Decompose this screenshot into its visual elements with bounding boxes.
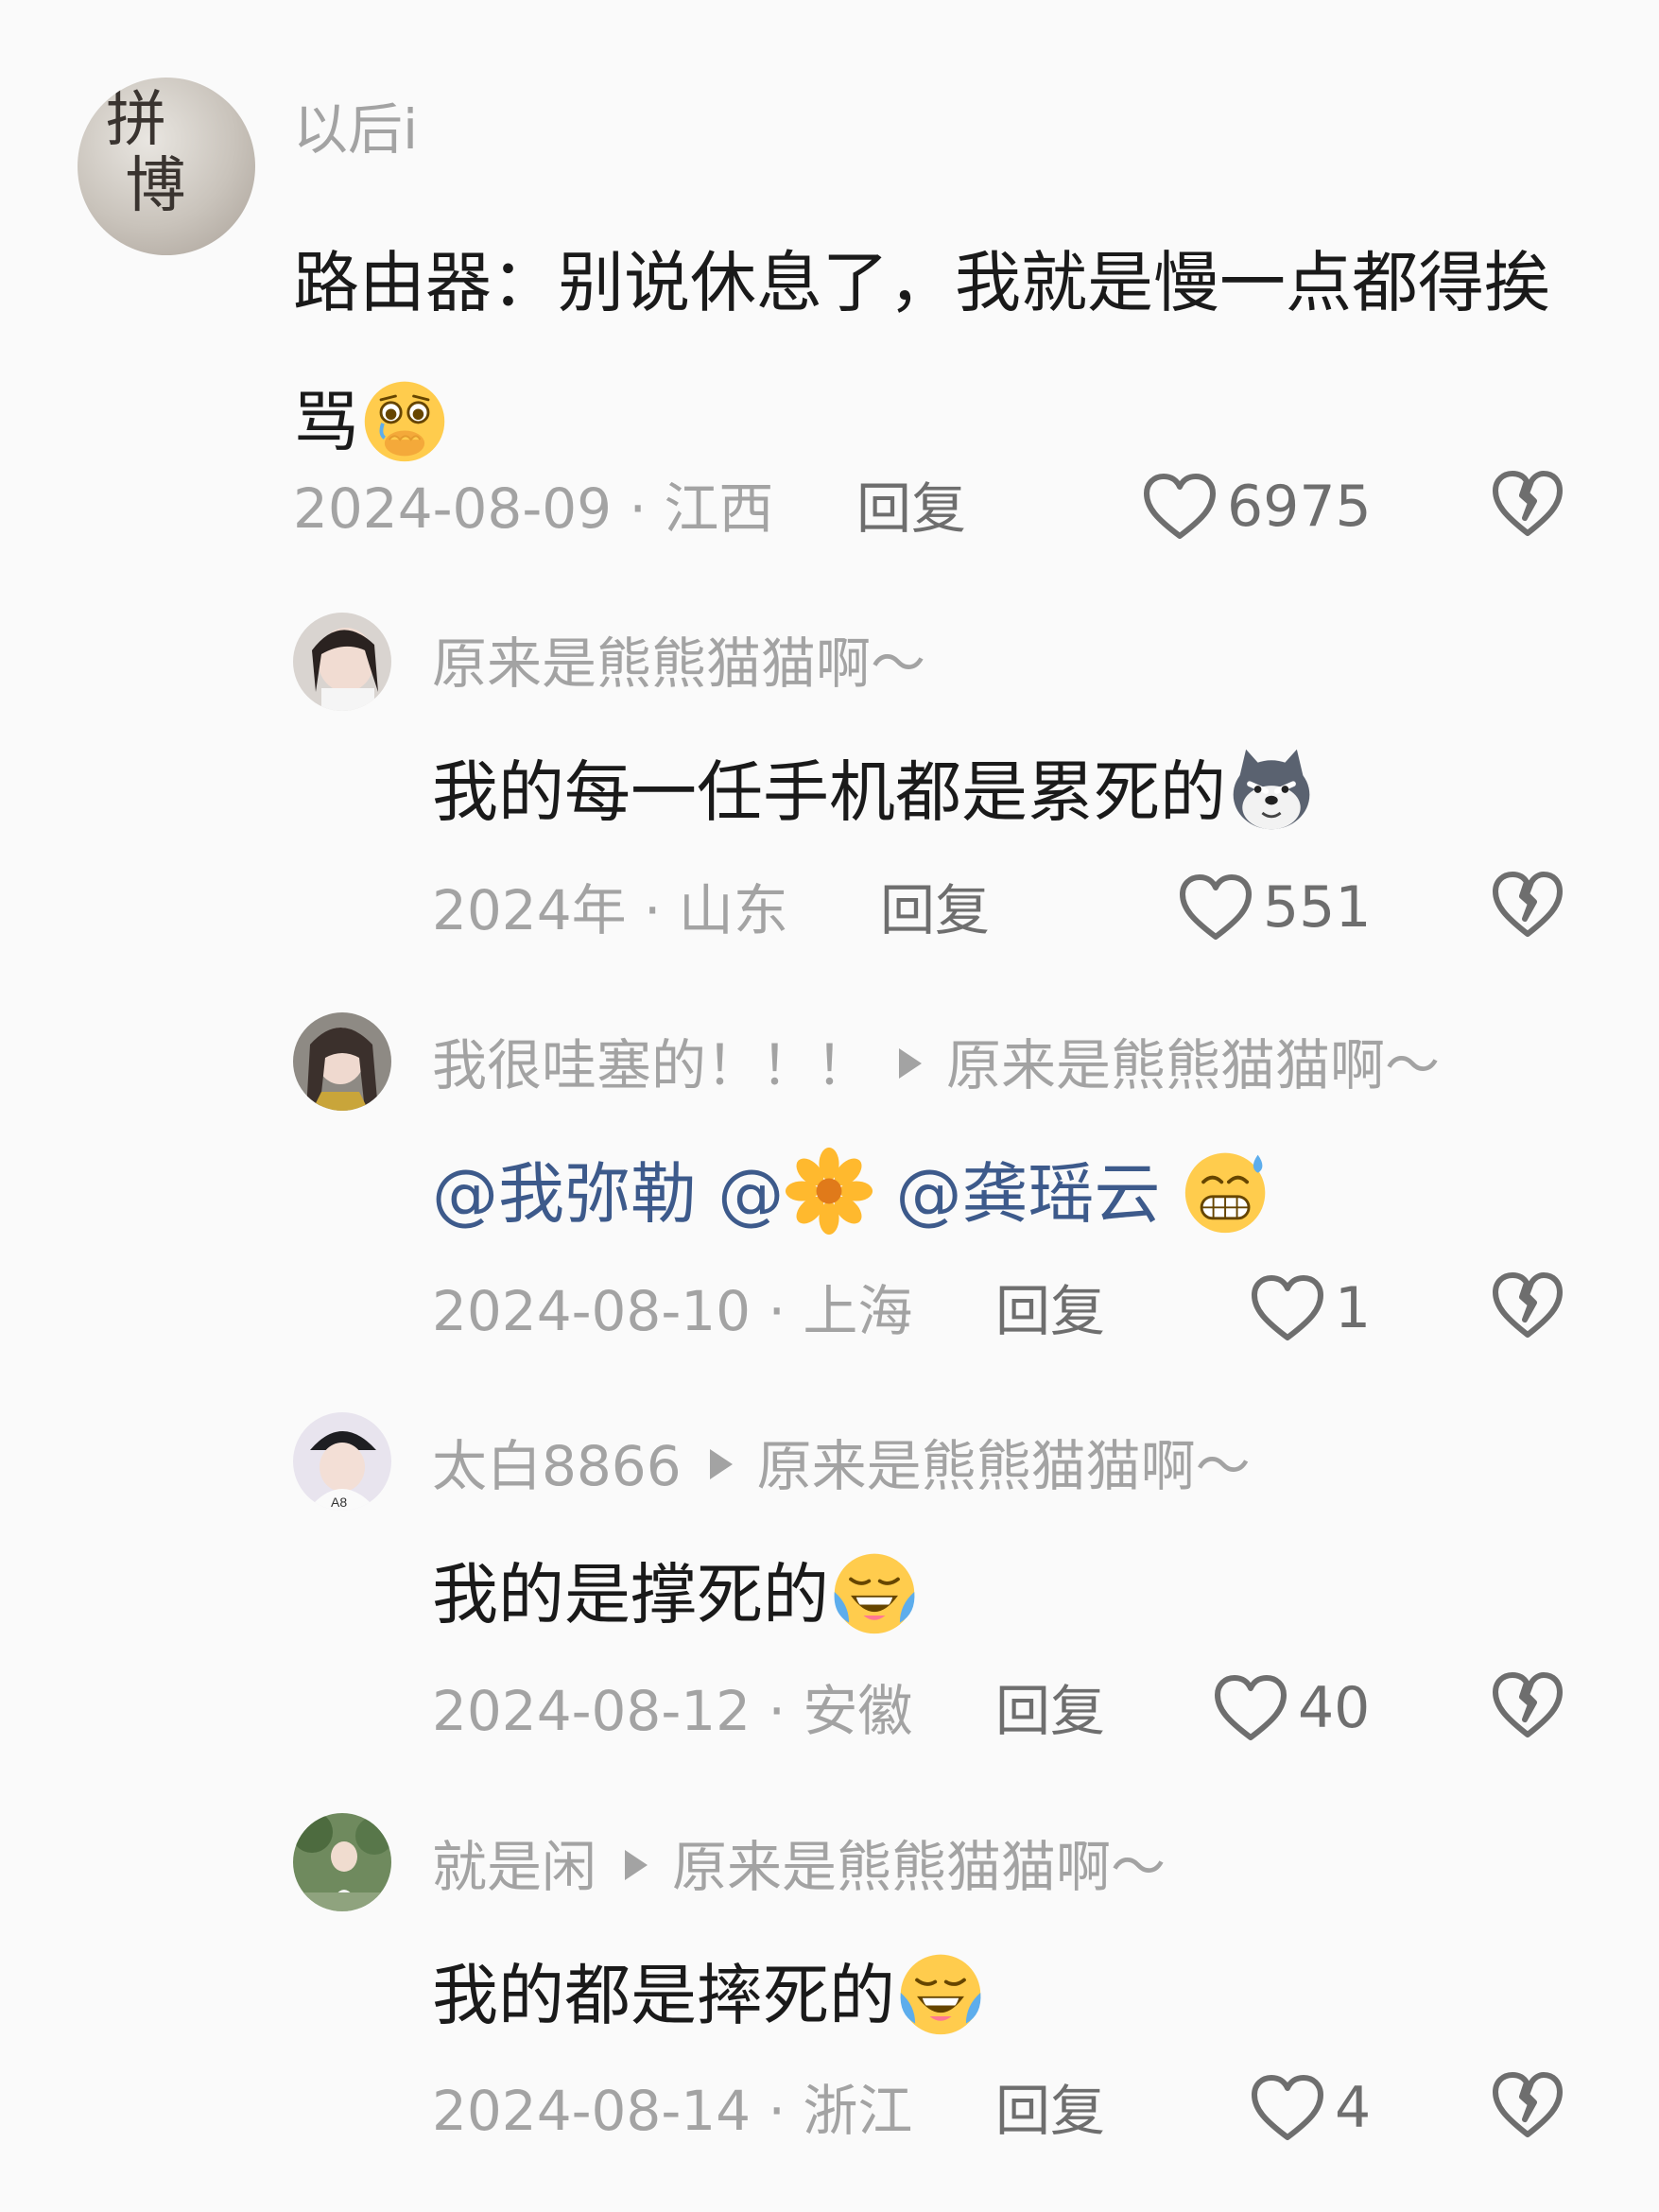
broken-heart-icon[interactable] — [1491, 1670, 1564, 1740]
comment-text: 我的每一任手机都是累死的 — [432, 752, 1317, 842]
flower-emoji — [784, 1146, 874, 1236]
comment-text: 我的是撑死的 — [432, 1554, 920, 1645]
comment-text: @我弥勒 @ @龚瑶云 — [432, 1153, 1272, 1244]
avatar[interactable]: 拼 博 — [78, 78, 255, 255]
reply-to-name: 原来是熊熊猫猫啊～ — [672, 1835, 1166, 1899]
heart-icon — [1250, 1273, 1325, 1343]
comment-date: 2024-08-12 — [432, 1679, 752, 1743]
username[interactable]: 原来是熊熊猫猫啊～ — [432, 636, 925, 691]
comment-location: 上海 — [803, 1279, 913, 1343]
like-count: 551 — [1263, 874, 1372, 941]
avatar-lettering: 拼 博 — [106, 85, 186, 221]
crying-face-emoji — [359, 374, 450, 465]
avatar[interactable] — [293, 1012, 391, 1111]
like-button[interactable]: 551 — [1178, 870, 1372, 945]
comment-date: 2024年 — [432, 878, 627, 942]
reply-to-name: 原来是熊熊猫猫啊～ — [756, 1434, 1251, 1498]
laughing-crying-emoji — [895, 1947, 986, 2038]
comment-text: 路由器：别说休息了，我就是慢一点都得挨骂 — [293, 213, 1560, 493]
reply-button[interactable]: 回复 — [995, 1284, 1105, 1339]
mention-link[interactable]: @我弥勒 — [432, 1155, 697, 1233]
like-count: 6975 — [1227, 474, 1372, 540]
comment-meta: 2024-08-14 · 浙江 — [432, 2079, 913, 2143]
like-button[interactable]: 6975 — [1142, 469, 1372, 544]
comment-location: 浙江 — [803, 2079, 913, 2143]
comment-meta: 2024-08-10 · 上海 — [432, 1279, 913, 1343]
heart-icon — [1142, 472, 1218, 542]
heart-icon — [1250, 2073, 1325, 2143]
username[interactable]: 就是闲 原来是熊熊猫猫啊～ — [432, 1840, 1166, 1894]
username[interactable]: 我很哇塞的！！！ 原来是熊熊猫猫啊～ — [432, 1038, 1440, 1093]
like-button[interactable]: 1 — [1250, 1270, 1371, 1346]
heart-icon — [1178, 873, 1253, 942]
comment-location: 山东 — [678, 878, 788, 942]
username[interactable]: 以后i — [293, 102, 418, 157]
comment-meta: 2024年 · 山东 — [432, 878, 788, 942]
comment-date: 2024-08-09 — [293, 476, 613, 541]
comment-date: 2024-08-14 — [432, 2079, 752, 2143]
avatar[interactable] — [293, 1813, 391, 1911]
like-count: 4 — [1335, 2075, 1372, 2141]
mention-link[interactable]: @龚瑶云 — [896, 1155, 1161, 1233]
comment-date: 2024-08-10 — [432, 1279, 752, 1343]
comment-meta: 2024-08-09 · 江西 — [293, 476, 774, 541]
avatar[interactable]: A8 — [293, 1412, 391, 1511]
play-arrow-icon — [709, 1449, 733, 1479]
reply-button[interactable]: 回复 — [995, 1684, 1105, 1738]
grimacing-sweat-emoji — [1182, 1146, 1272, 1236]
reply-to-name: 原来是熊熊猫猫啊～ — [946, 1033, 1441, 1097]
husky-dog-emoji — [1226, 744, 1317, 835]
heart-icon — [1213, 1673, 1288, 1743]
comment-text: 我的都是摔死的 — [432, 1955, 986, 2046]
comment-location: 江西 — [664, 476, 774, 541]
like-count: 40 — [1298, 1675, 1371, 1741]
broken-heart-icon[interactable] — [1491, 870, 1564, 940]
comment-location: 安徽 — [803, 1679, 913, 1743]
broken-heart-icon[interactable] — [1491, 2070, 1564, 2140]
like-button[interactable]: 40 — [1213, 1670, 1370, 1746]
like-count: 1 — [1335, 1275, 1372, 1341]
username[interactable]: 太白8866 原来是熊熊猫猫啊～ — [432, 1439, 1251, 1494]
comment-meta: 2024-08-12 · 安徽 — [432, 1679, 913, 1743]
broken-heart-icon[interactable] — [1491, 1270, 1564, 1340]
broken-heart-icon[interactable] — [1491, 469, 1564, 539]
reply-button[interactable]: 回复 — [880, 883, 990, 938]
play-arrow-icon — [625, 1850, 648, 1880]
avatar[interactable] — [293, 613, 391, 711]
like-button[interactable]: 4 — [1250, 2070, 1371, 2146]
svg-text:A8: A8 — [331, 1495, 347, 1510]
reply-button[interactable]: 回复 — [995, 2083, 1105, 2138]
mention-link[interactable]: @ — [717, 1155, 874, 1233]
laughing-crying-emoji — [829, 1547, 920, 1637]
play-arrow-icon — [899, 1048, 923, 1079]
reply-button[interactable]: 回复 — [856, 481, 966, 536]
